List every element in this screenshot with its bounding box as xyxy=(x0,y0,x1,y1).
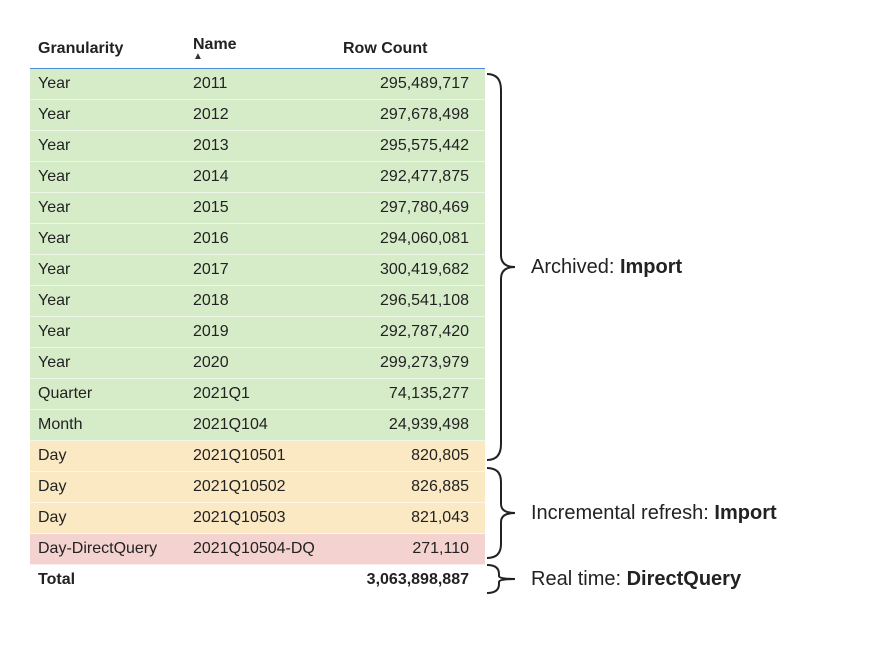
cell-granularity: Year xyxy=(30,255,185,286)
cell-granularity: Year xyxy=(30,348,185,379)
bracket-icon xyxy=(485,70,521,464)
bracket-icon xyxy=(485,562,521,596)
cell-rowcount: 74,135,277 xyxy=(335,379,485,410)
cell-rowcount: 296,541,108 xyxy=(335,286,485,317)
cell-granularity: Year xyxy=(30,131,185,162)
annotation-archived: Archived: Import xyxy=(485,70,682,464)
table-row[interactable]: Day2021Q10501820,805 xyxy=(30,441,485,472)
cell-name: 2018 xyxy=(185,286,335,317)
cell-rowcount: 826,885 xyxy=(335,472,485,503)
cell-name: 2021Q10504-DQ xyxy=(185,534,335,565)
cell-name: 2020 xyxy=(185,348,335,379)
cell-name: 2015 xyxy=(185,193,335,224)
header-granularity-label: Granularity xyxy=(38,40,123,57)
table-row[interactable]: Day2021Q10503821,043 xyxy=(30,503,485,534)
header-granularity[interactable]: Granularity xyxy=(30,30,185,69)
cell-granularity: Year xyxy=(30,224,185,255)
cell-rowcount: 300,419,682 xyxy=(335,255,485,286)
cell-name: 2019 xyxy=(185,317,335,348)
cell-name: 2017 xyxy=(185,255,335,286)
cell-rowcount: 295,489,717 xyxy=(335,69,485,100)
annotation-realtime-label: Real time: DirectQuery xyxy=(531,568,741,591)
cell-rowcount: 292,787,420 xyxy=(335,317,485,348)
table-row[interactable]: Year2015297,780,469 xyxy=(30,193,485,224)
cell-granularity: Year xyxy=(30,162,185,193)
annotation-incremental-prefix: Incremental refresh: xyxy=(531,502,714,524)
cell-name: 2011 xyxy=(185,69,335,100)
cell-granularity: Day xyxy=(30,472,185,503)
table-header-row: Granularity Name ▲ Row Count xyxy=(30,30,485,69)
annotation-realtime-strong: DirectQuery xyxy=(627,568,742,590)
total-label: Total xyxy=(30,565,185,596)
annotation-incremental-label: Incremental refresh: Import xyxy=(531,502,777,525)
cell-name: 2012 xyxy=(185,100,335,131)
cell-rowcount: 821,043 xyxy=(335,503,485,534)
cell-rowcount: 297,780,469 xyxy=(335,193,485,224)
cell-name: 2021Q104 xyxy=(185,410,335,441)
cell-rowcount: 820,805 xyxy=(335,441,485,472)
cell-rowcount: 24,939,498 xyxy=(335,410,485,441)
table-row[interactable]: Day2021Q10502826,885 xyxy=(30,472,485,503)
cell-rowcount: 271,110 xyxy=(335,534,485,565)
cell-granularity: Year xyxy=(30,286,185,317)
cell-name: 2013 xyxy=(185,131,335,162)
cell-name: 2021Q10502 xyxy=(185,472,335,503)
table-row[interactable]: Year2016294,060,081 xyxy=(30,224,485,255)
cell-granularity: Month xyxy=(30,410,185,441)
cell-granularity: Day xyxy=(30,441,185,472)
total-rowcount: 3,063,898,887 xyxy=(335,565,485,596)
cell-rowcount: 294,060,081 xyxy=(335,224,485,255)
header-rowcount-label: Row Count xyxy=(343,40,427,57)
cell-granularity: Quarter xyxy=(30,379,185,410)
annotation-archived-label: Archived: Import xyxy=(531,256,682,279)
table-row[interactable]: Year2011295,489,717 xyxy=(30,69,485,100)
annotation-realtime: Real time: DirectQuery xyxy=(485,562,741,596)
annotation-realtime-prefix: Real time: xyxy=(531,568,627,590)
cell-name: 2016 xyxy=(185,224,335,255)
annotation-incremental-strong: Import xyxy=(714,502,776,524)
cell-name: 2014 xyxy=(185,162,335,193)
cell-name: 2021Q10503 xyxy=(185,503,335,534)
table-row[interactable]: Year2020299,273,979 xyxy=(30,348,485,379)
annotations-panel: Archived: Import Incremental refresh: Im… xyxy=(485,30,859,595)
table-row[interactable]: Year2019292,787,420 xyxy=(30,317,485,348)
cell-granularity: Year xyxy=(30,317,185,348)
header-name[interactable]: Name ▲ xyxy=(185,30,335,69)
cell-granularity: Day-DirectQuery xyxy=(30,534,185,565)
table-row[interactable]: Year2014292,477,875 xyxy=(30,162,485,193)
cell-name: 2021Q1 xyxy=(185,379,335,410)
cell-rowcount: 295,575,442 xyxy=(335,131,485,162)
cell-granularity: Year xyxy=(30,193,185,224)
cell-rowcount: 297,678,498 xyxy=(335,100,485,131)
cell-granularity: Year xyxy=(30,100,185,131)
table-row[interactable]: Day-DirectQuery2021Q10504-DQ271,110 xyxy=(30,534,485,565)
cell-granularity: Day xyxy=(30,503,185,534)
header-rowcount[interactable]: Row Count xyxy=(335,30,485,69)
cell-name: 2021Q10501 xyxy=(185,441,335,472)
table-row[interactable]: Month2021Q10424,939,498 xyxy=(30,410,485,441)
table-row-total: Total 3,063,898,887 xyxy=(30,565,485,596)
table-row[interactable]: Quarter2021Q174,135,277 xyxy=(30,379,485,410)
table-row[interactable]: Year2012297,678,498 xyxy=(30,100,485,131)
table-row[interactable]: Year2013295,575,442 xyxy=(30,131,485,162)
cell-rowcount: 292,477,875 xyxy=(335,162,485,193)
bracket-icon xyxy=(485,464,521,562)
annotation-archived-prefix: Archived: xyxy=(531,256,620,278)
partitions-table: Granularity Name ▲ Row Count Year2011295… xyxy=(30,30,485,595)
table-row[interactable]: Year2018296,541,108 xyxy=(30,286,485,317)
annotation-archived-strong: Import xyxy=(620,256,682,278)
annotation-incremental: Incremental refresh: Import xyxy=(485,464,777,562)
cell-granularity: Year xyxy=(30,69,185,100)
sort-ascending-icon: ▲ xyxy=(193,52,327,62)
table-row[interactable]: Year2017300,419,682 xyxy=(30,255,485,286)
cell-rowcount: 299,273,979 xyxy=(335,348,485,379)
